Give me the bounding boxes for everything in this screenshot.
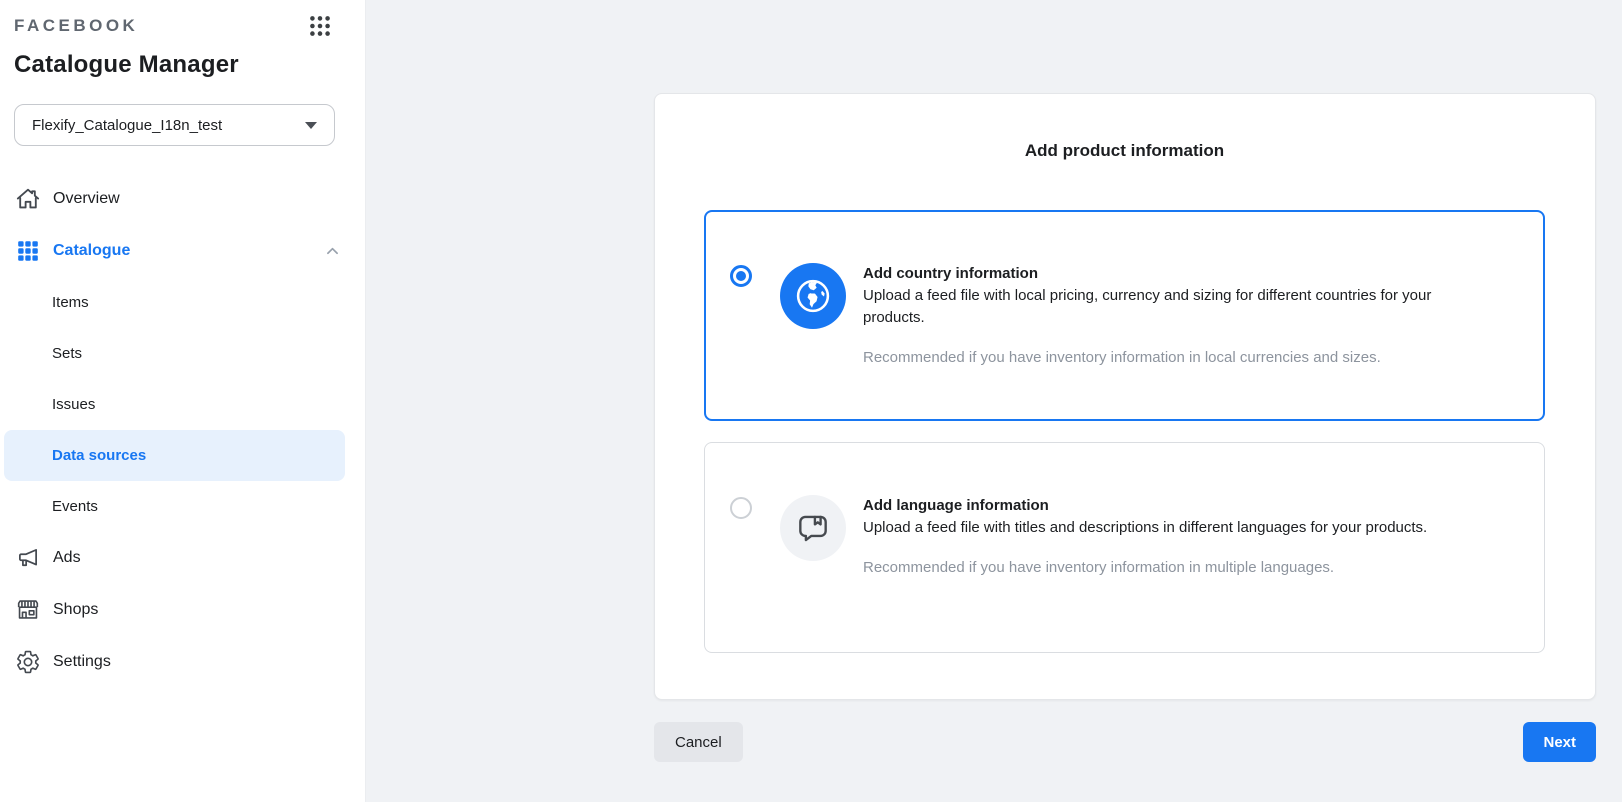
option-text: Add language information Upload a feed f… xyxy=(863,495,1427,579)
sidebar-item-overview[interactable]: Overview xyxy=(0,173,365,225)
sidebar-header: FACEBOOK Catalogue Manager xyxy=(0,0,365,79)
option-recommendation: Recommended if you have inventory inform… xyxy=(863,559,1335,576)
option-title: Add country information xyxy=(863,265,1038,282)
catalogue-selector[interactable]: Flexify_Catalogue_I18n_test xyxy=(14,104,335,146)
option-recommendation: Recommended if you have inventory inform… xyxy=(863,349,1381,366)
sidebar-subitem-label: Items xyxy=(52,294,89,311)
option-card-country[interactable]: Add country information Upload a feed fi… xyxy=(704,210,1545,421)
sidebar-item-shops[interactable]: Shops xyxy=(0,584,365,636)
sidebar: FACEBOOK Catalogue Manager Flexify_Catal… xyxy=(0,0,366,802)
sidebar-item-label: Shops xyxy=(53,601,99,618)
footer-actions: Cancel Next xyxy=(654,722,1596,762)
option-description: Upload a feed file with titles and descr… xyxy=(863,519,1428,536)
option-list: Add country information Upload a feed fi… xyxy=(704,210,1545,653)
app-title: Catalogue Manager xyxy=(14,51,239,78)
caret-down-icon xyxy=(305,121,317,129)
facebook-logo: FACEBOOK xyxy=(14,16,139,35)
sidebar-item-issues[interactable]: Issues xyxy=(4,379,345,430)
globe-icon xyxy=(780,263,846,329)
sidebar-subitem-label: Events xyxy=(52,498,98,515)
sidebar-item-settings[interactable]: Settings xyxy=(0,636,365,688)
sidebar-item-label: Ads xyxy=(53,549,81,566)
option-text: Add country information Upload a feed fi… xyxy=(863,263,1468,369)
grid-icon xyxy=(15,238,41,264)
add-product-info-panel: Add product information Add country info xyxy=(654,93,1596,700)
option-title: Add language information xyxy=(863,497,1049,514)
chevron-up-icon xyxy=(324,243,341,260)
sidebar-subitem-label: Data sources xyxy=(52,447,147,464)
sidebar-item-items[interactable]: Items xyxy=(4,277,345,328)
speech-bubble-bookmark-icon xyxy=(780,495,846,561)
sidebar-item-catalogue[interactable]: Catalogue xyxy=(0,225,365,277)
sidebar-subitem-label: Issues xyxy=(52,396,96,413)
sidebar-item-sets[interactable]: Sets xyxy=(4,328,345,379)
gear-icon xyxy=(15,649,41,675)
sidebar-subitem-label: Sets xyxy=(52,345,83,362)
sidebar-item-label: Overview xyxy=(53,190,120,207)
option-card-language[interactable]: Add language information Upload a feed f… xyxy=(704,442,1545,653)
apps-grid-icon[interactable] xyxy=(307,13,333,39)
cancel-button[interactable]: Cancel xyxy=(654,722,743,762)
option-description: Upload a feed file with local pricing, c… xyxy=(863,287,1432,326)
sidebar-item-ads[interactable]: Ads xyxy=(0,532,365,584)
app-root: FACEBOOK Catalogue Manager Flexify_Catal… xyxy=(0,0,1622,802)
catalogue-selector-value: Flexify_Catalogue_I18n_test xyxy=(32,116,223,134)
sidebar-item-label: Catalogue xyxy=(53,242,131,259)
megaphone-icon xyxy=(15,545,41,571)
sidebar-item-label: Settings xyxy=(53,653,111,670)
sidebar-item-data-sources[interactable]: Data sources xyxy=(4,430,345,481)
home-icon xyxy=(15,186,41,212)
sidebar-item-events[interactable]: Events xyxy=(4,481,345,532)
sidebar-nav: Overview Catalogue Items Sets Issues Dat… xyxy=(0,173,365,688)
main-content: Add product information Add country info xyxy=(366,0,1622,802)
next-button[interactable]: Next xyxy=(1523,722,1596,762)
language-radio[interactable] xyxy=(730,497,752,519)
page-title: Add product information xyxy=(1024,141,1225,160)
storefront-icon xyxy=(15,597,41,623)
country-radio[interactable] xyxy=(730,265,752,287)
